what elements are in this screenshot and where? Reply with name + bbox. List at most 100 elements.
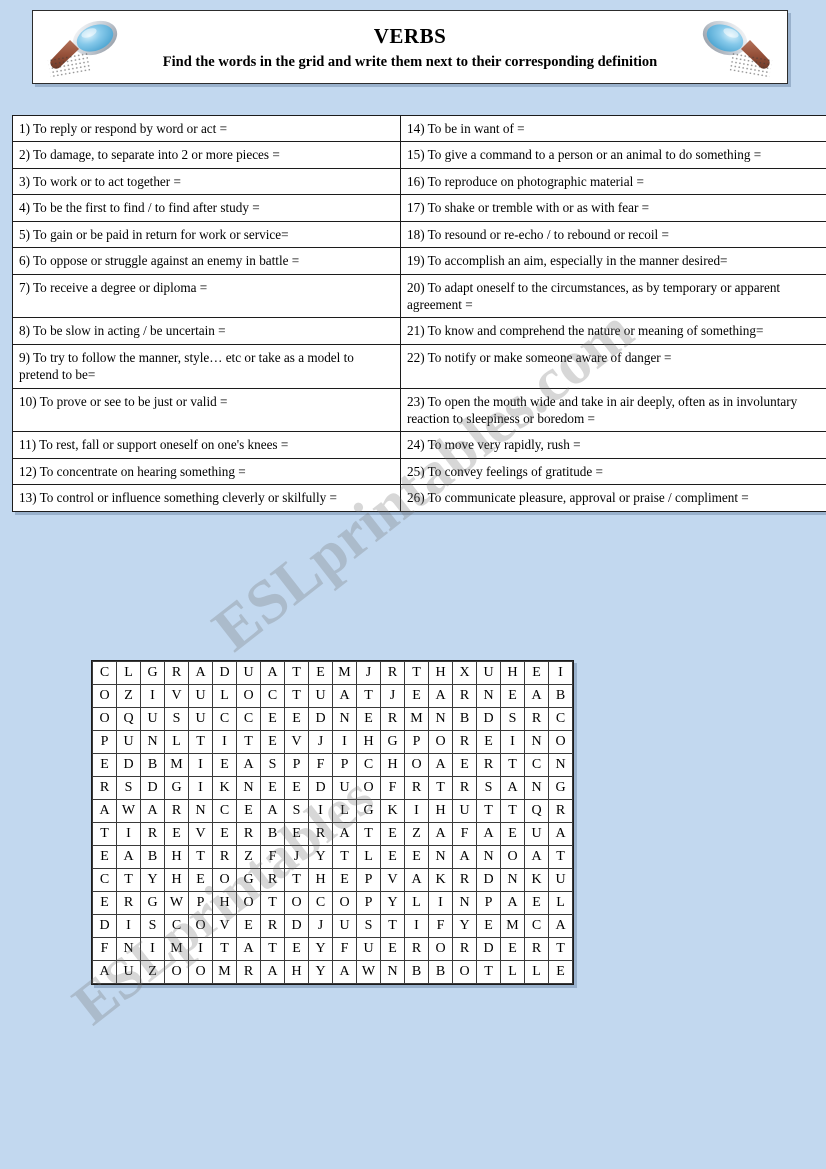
wordsearch-cell[interactable]: O (164, 960, 189, 984)
wordsearch-cell[interactable]: R (236, 822, 261, 846)
wordsearch-cell[interactable]: O (428, 937, 453, 961)
wordsearch-cell[interactable]: L (164, 730, 189, 754)
wordsearch-cell[interactable]: K (380, 799, 405, 823)
wordsearch-cell[interactable]: O (236, 684, 261, 708)
wordsearch-cell[interactable]: R (92, 776, 117, 800)
wordsearch-cell[interactable]: N (332, 707, 357, 731)
wordsearch-cell[interactable]: E (476, 730, 501, 754)
wordsearch-cell[interactable]: R (140, 822, 165, 846)
wordsearch-cell[interactable]: A (404, 868, 429, 892)
wordsearch-cell[interactable]: I (140, 937, 165, 961)
wordsearch-cell[interactable]: I (428, 891, 453, 915)
wordsearch-cell[interactable]: C (524, 914, 549, 938)
wordsearch-cell[interactable]: G (548, 776, 573, 800)
wordsearch-cell[interactable]: P (284, 753, 309, 777)
wordsearch-cell[interactable]: E (236, 799, 261, 823)
wordsearch-cell[interactable]: C (524, 753, 549, 777)
wordsearch-cell[interactable]: A (260, 799, 285, 823)
wordsearch-cell[interactable]: P (188, 891, 213, 915)
wordsearch-cell[interactable]: N (476, 684, 501, 708)
wordsearch-cell[interactable]: H (428, 661, 453, 685)
wordsearch-cell[interactable]: S (164, 707, 189, 731)
wordsearch-cell[interactable]: E (284, 776, 309, 800)
wordsearch-cell[interactable]: U (452, 799, 477, 823)
wordsearch-cell[interactable]: X (452, 661, 477, 685)
wordsearch-cell[interactable]: E (260, 707, 285, 731)
wordsearch-cell[interactable]: Z (236, 845, 261, 869)
wordsearch-cell[interactable]: L (548, 891, 573, 915)
wordsearch-cell[interactable]: T (188, 730, 213, 754)
wordsearch-cell[interactable]: Y (380, 891, 405, 915)
wordsearch-cell[interactable]: R (452, 776, 477, 800)
wordsearch-cell[interactable]: M (500, 914, 525, 938)
wordsearch-cell[interactable]: O (404, 753, 429, 777)
wordsearch-cell[interactable]: U (188, 707, 213, 731)
wordsearch-cell[interactable]: H (212, 891, 237, 915)
wordsearch-cell[interactable]: D (140, 776, 165, 800)
wordsearch-cell[interactable]: T (500, 753, 525, 777)
wordsearch-cell[interactable]: E (308, 661, 333, 685)
wordsearch-cell[interactable]: A (260, 661, 285, 685)
wordsearch-cell[interactable]: D (92, 914, 117, 938)
wordsearch-cell[interactable]: V (380, 868, 405, 892)
wordsearch-cell[interactable]: A (428, 822, 453, 846)
wordsearch-cell[interactable]: E (500, 937, 525, 961)
wordsearch-cell[interactable]: T (476, 960, 501, 984)
wordsearch-cell[interactable]: Y (308, 845, 333, 869)
wordsearch-cell[interactable]: R (452, 937, 477, 961)
wordsearch-cell[interactable]: O (188, 914, 213, 938)
wordsearch-cell[interactable]: E (452, 753, 477, 777)
wordsearch-cell[interactable]: P (356, 868, 381, 892)
wordsearch-cell[interactable]: E (236, 914, 261, 938)
wordsearch-cell[interactable]: G (236, 868, 261, 892)
wordsearch-cell[interactable]: N (452, 891, 477, 915)
wordsearch-cell[interactable]: E (92, 753, 117, 777)
wordsearch-cell[interactable]: E (284, 937, 309, 961)
wordsearch-cell[interactable]: M (212, 960, 237, 984)
wordsearch-row[interactable]: OQUSUCCEEDNERMNBDSRC (92, 707, 573, 731)
wordsearch-cell[interactable]: E (404, 684, 429, 708)
wordsearch-cell[interactable]: O (188, 960, 213, 984)
wordsearch-cell[interactable]: W (356, 960, 381, 984)
wordsearch-cell[interactable]: L (332, 799, 357, 823)
wordsearch-cell[interactable]: I (116, 822, 141, 846)
wordsearch-cell[interactable]: E (284, 822, 309, 846)
wordsearch-cell[interactable]: A (92, 799, 117, 823)
wordsearch-cell[interactable]: A (428, 684, 453, 708)
wordsearch-cell[interactable]: F (428, 914, 453, 938)
wordsearch-cell[interactable]: F (260, 845, 285, 869)
wordsearch-cell[interactable]: A (140, 799, 165, 823)
wordsearch-cell[interactable]: W (116, 799, 141, 823)
wordsearch-cell[interactable]: C (92, 868, 117, 892)
wordsearch-cell[interactable]: T (356, 822, 381, 846)
wordsearch-cell[interactable]: N (548, 753, 573, 777)
wordsearch-row[interactable]: OZIVULOCTUATJEARNEAB (92, 684, 573, 708)
wordsearch-cell[interactable]: F (332, 937, 357, 961)
wordsearch-row[interactable]: AWARNCEASILGKIHUTTQR (92, 799, 573, 823)
wordsearch-cell[interactable]: P (332, 753, 357, 777)
wordsearch-cell[interactable]: N (524, 730, 549, 754)
wordsearch-cell[interactable]: T (116, 868, 141, 892)
wordsearch-cell[interactable]: F (92, 937, 117, 961)
wordsearch-cell[interactable]: C (212, 707, 237, 731)
wordsearch-cell[interactable]: T (476, 799, 501, 823)
wordsearch-cell[interactable]: R (260, 914, 285, 938)
wordsearch-cell[interactable]: I (548, 661, 573, 685)
wordsearch-cell[interactable]: B (140, 845, 165, 869)
wordsearch-cell[interactable]: I (308, 799, 333, 823)
wordsearch-cell[interactable]: J (356, 661, 381, 685)
wordsearch-cell[interactable]: O (236, 891, 261, 915)
wordsearch-cell[interactable]: M (164, 937, 189, 961)
wordsearch-cell[interactable]: Y (308, 960, 333, 984)
wordsearch-cell[interactable]: D (212, 661, 237, 685)
wordsearch-cell[interactable]: R (380, 707, 405, 731)
wordsearch-cell[interactable]: T (260, 891, 285, 915)
wordsearch-cell[interactable]: E (92, 845, 117, 869)
wordsearch-cell[interactable]: Z (404, 822, 429, 846)
wordsearch-cell[interactable]: D (308, 707, 333, 731)
wordsearch-cell[interactable]: B (548, 684, 573, 708)
wordsearch-cell[interactable]: V (164, 684, 189, 708)
wordsearch-cell[interactable]: U (140, 707, 165, 731)
wordsearch-cell[interactable]: U (476, 661, 501, 685)
wordsearch-cell[interactable]: Z (140, 960, 165, 984)
